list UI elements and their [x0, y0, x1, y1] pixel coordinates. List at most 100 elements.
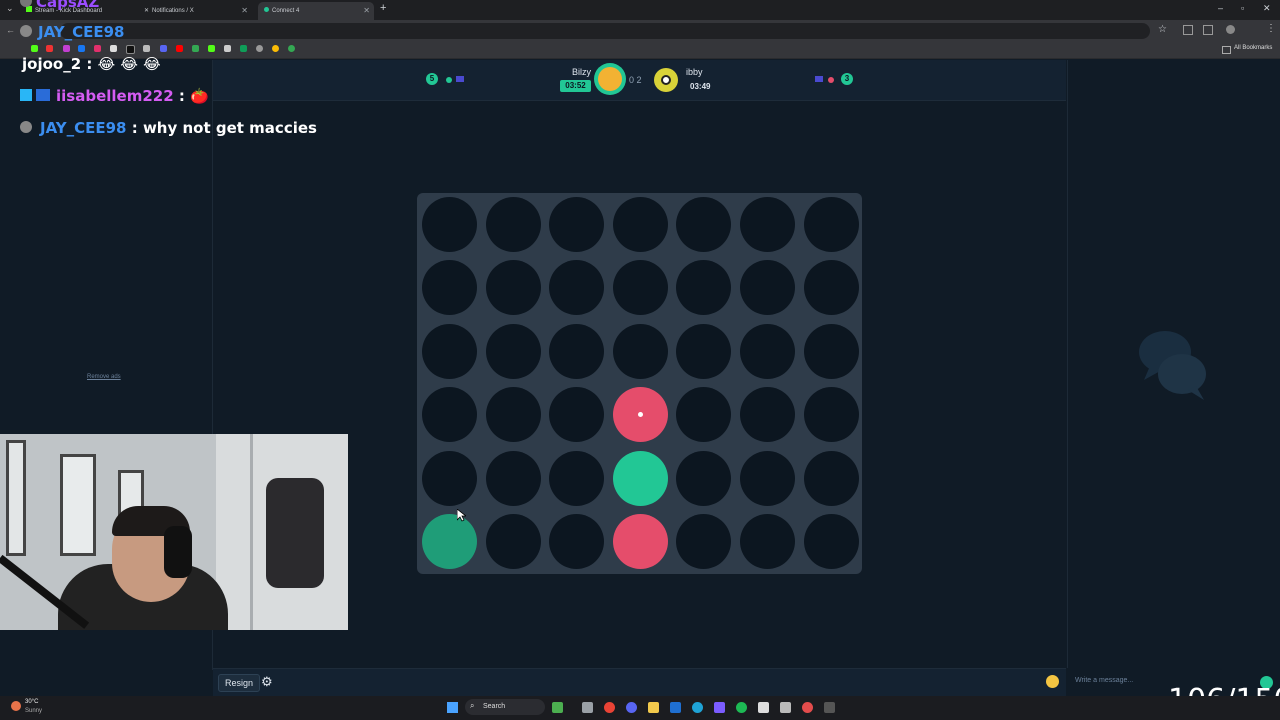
board-cell-empty[interactable]: [422, 387, 477, 443]
resign-button[interactable]: Resign: [218, 674, 261, 692]
x-logo-icon: ✕: [144, 8, 150, 14]
green-disc[interactable]: [612, 450, 668, 506]
board-cell-empty[interactable]: [549, 387, 605, 443]
left-score: 5: [429, 74, 435, 83]
menu-icon[interactable]: ⋮: [1266, 23, 1276, 34]
emoji-picker-icon[interactable]: [1046, 675, 1059, 688]
bookmark-icon[interactable]: [224, 45, 231, 52]
bookmark-icon[interactable]: [126, 45, 135, 54]
board-cell-empty[interactable]: [612, 260, 668, 316]
windows-start-icon[interactable]: [447, 702, 458, 713]
board-cell-empty[interactable]: [676, 514, 732, 569]
board-cell-empty[interactable]: [676, 387, 732, 443]
taskbar-app-icon[interactable]: [758, 702, 769, 713]
board-cell-empty[interactable]: [740, 387, 795, 443]
taskbar-app-icon[interactable]: [582, 702, 593, 713]
close-window-icon[interactable]: ✕: [1263, 3, 1271, 14]
star-icon[interactable]: ☆: [1158, 24, 1167, 35]
board-cell-empty[interactable]: [549, 514, 605, 569]
bookmark-icon[interactable]: [176, 45, 183, 52]
taskbar-app-icon[interactable]: [670, 702, 681, 713]
bookmark-icon[interactable]: [110, 45, 117, 52]
board-cell-empty[interactable]: [485, 323, 541, 379]
taskbar-app-icon[interactable]: [552, 702, 563, 713]
board-cell-empty[interactable]: [485, 450, 541, 506]
spotify-icon[interactable]: [736, 702, 747, 713]
close-tab-icon[interactable]: ✕: [241, 2, 248, 20]
file-explorer-icon[interactable]: [648, 702, 659, 713]
tab-notifications[interactable]: ✕ Notifications / X ✕: [140, 2, 252, 20]
bookmark-icon[interactable]: [240, 45, 247, 52]
board-cell-empty[interactable]: [549, 323, 605, 379]
profile-icon[interactable]: [1226, 25, 1235, 34]
board-cell-empty[interactable]: [803, 260, 859, 316]
taskbar-app-icon[interactable]: [780, 702, 791, 713]
board-cell-empty[interactable]: [803, 323, 859, 379]
board-cell-empty[interactable]: [612, 197, 668, 252]
taskbar-app-icon[interactable]: [824, 702, 835, 713]
green-disc-preview[interactable]: [422, 514, 477, 569]
taskbar-search[interactable]: ⌕ Search: [465, 699, 545, 715]
bookmark-icon[interactable]: [272, 45, 279, 52]
board-cell-empty[interactable]: [485, 260, 541, 316]
taskbar-app-icon[interactable]: [714, 702, 725, 713]
board-cell-empty[interactable]: [549, 260, 605, 316]
bookmark-icon[interactable]: [192, 45, 199, 52]
board-cell-empty[interactable]: [740, 260, 795, 316]
taskbar-app-icon[interactable]: [626, 702, 637, 713]
giraffe-avatar-icon: [598, 67, 622, 91]
red-disc[interactable]: [612, 514, 668, 569]
bookmark-icon[interactable]: [31, 45, 38, 52]
board-cell-empty[interactable]: [740, 323, 795, 379]
bookmark-icon[interactable]: [63, 45, 70, 52]
extension-icon[interactable]: [1183, 25, 1193, 35]
settings-gear-icon[interactable]: ⚙: [261, 674, 273, 690]
remove-ads-link[interactable]: Remove ads: [87, 374, 121, 380]
maximize-icon[interactable]: ▫: [1241, 3, 1244, 13]
url-field[interactable]: [60, 23, 1150, 39]
board-cell-empty[interactable]: [549, 197, 605, 252]
board-cell-empty[interactable]: [422, 323, 477, 379]
board-cell-empty[interactable]: [740, 197, 795, 252]
board-cell-empty[interactable]: [803, 450, 859, 506]
board-cell-empty[interactable]: [803, 387, 859, 443]
bookmark-icon[interactable]: [94, 45, 101, 52]
close-tab-icon[interactable]: ✕: [363, 2, 370, 20]
search-icon: ⌕: [470, 701, 475, 710]
bookmark-icon[interactable]: [256, 45, 263, 52]
board-cell-empty[interactable]: [422, 260, 477, 316]
minimize-icon[interactable]: –: [1218, 3, 1223, 13]
tab-connect-4[interactable]: Connect 4 ✕: [258, 2, 374, 20]
bookmark-icon[interactable]: [78, 45, 85, 52]
board-cell-empty[interactable]: [803, 197, 859, 252]
taskbar-app-icon[interactable]: [802, 702, 813, 713]
weather-temp: 30°C: [25, 699, 39, 705]
bookmark-icon[interactable]: [46, 45, 53, 52]
board-cell-empty[interactable]: [422, 197, 477, 252]
board-cell-empty[interactable]: [676, 197, 732, 252]
board-cell-empty[interactable]: [485, 514, 541, 569]
board-cell-empty[interactable]: [676, 450, 732, 506]
bookmark-icon[interactable]: [288, 45, 295, 52]
new-tab-icon[interactable]: +: [380, 2, 386, 14]
board-cell-empty[interactable]: [803, 514, 859, 569]
board-cell-empty[interactable]: [676, 323, 732, 379]
bookmark-icon[interactable]: [160, 45, 167, 52]
board-cell-empty[interactable]: [676, 260, 732, 316]
board-cell-empty[interactable]: [740, 450, 795, 506]
board-cell-empty[interactable]: [740, 514, 795, 569]
board-cell-empty[interactable]: [485, 197, 541, 252]
chrome-icon[interactable]: [604, 702, 615, 713]
back-icon[interactable]: ←: [6, 25, 15, 35]
board-cell-empty[interactable]: [422, 450, 477, 506]
board-cell-empty[interactable]: [549, 450, 605, 506]
board-cell-empty[interactable]: [485, 387, 541, 443]
edge-icon[interactable]: [692, 702, 703, 713]
mouse-cursor-icon: [457, 509, 466, 522]
bookmark-icon[interactable]: [208, 45, 215, 52]
extension-icon[interactable]: [1203, 25, 1213, 35]
all-bookmarks-link[interactable]: All Bookmarks: [1234, 45, 1272, 51]
chevron-down-icon[interactable]: ⌄: [6, 3, 14, 14]
board-cell-empty[interactable]: [612, 323, 668, 379]
bookmark-icon[interactable]: [143, 45, 150, 52]
